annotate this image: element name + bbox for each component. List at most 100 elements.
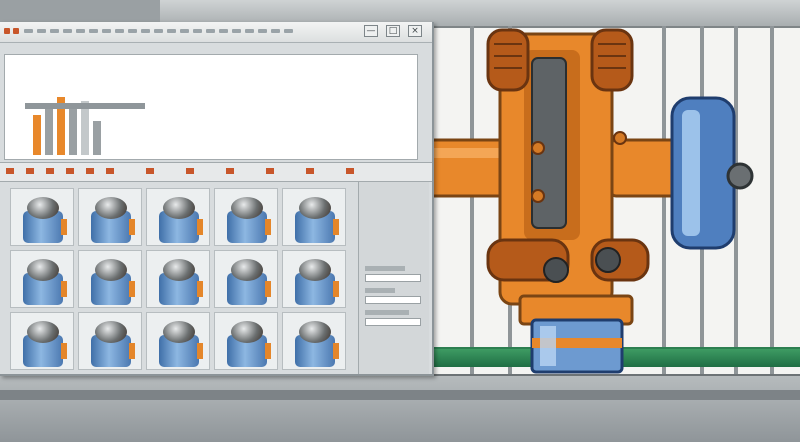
- floor-panel: [0, 374, 800, 442]
- valve-thumbnail[interactable]: [146, 188, 210, 246]
- menu-item[interactable]: [37, 29, 46, 33]
- valve-thumbnail[interactable]: [146, 312, 210, 370]
- menu-item[interactable]: [232, 29, 241, 33]
- valve-thumbnail[interactable]: [214, 188, 278, 246]
- menu-item[interactable]: [167, 29, 176, 33]
- floor-band: [0, 390, 800, 400]
- property-label: [365, 288, 395, 293]
- app-window: — □ ×: [0, 22, 434, 376]
- scene: — □ ×: [0, 0, 800, 442]
- valve-tab: [61, 219, 67, 235]
- menu-item[interactable]: [258, 29, 267, 33]
- valve-cap: [299, 321, 331, 343]
- thumbnail-grid: [4, 182, 354, 374]
- valve-tab: [333, 343, 339, 359]
- valve-thumbnail[interactable]: [10, 312, 74, 370]
- valve-thumbnail[interactable]: [78, 312, 142, 370]
- valve-cap: [95, 259, 127, 281]
- minimize-icon[interactable]: —: [364, 25, 378, 37]
- valve-cap: [299, 259, 331, 281]
- property-field[interactable]: [365, 274, 421, 282]
- menu-item[interactable]: [245, 29, 254, 33]
- preview-divider: [25, 103, 145, 109]
- preview-panel: [4, 54, 418, 160]
- valve-cap: [95, 321, 127, 343]
- tool-icon[interactable]: [106, 168, 114, 174]
- maximize-icon[interactable]: □: [386, 25, 400, 37]
- title-bar: — □ ×: [0, 22, 432, 43]
- tool-icon[interactable]: [26, 168, 34, 174]
- valve-thumbnail[interactable]: [78, 188, 142, 246]
- window-menu-icon[interactable]: [4, 28, 19, 34]
- valve-tab: [129, 219, 135, 235]
- valve-thumbnail[interactable]: [282, 312, 346, 370]
- menu-item[interactable]: [50, 29, 59, 33]
- valve-thumbnail[interactable]: [10, 188, 74, 246]
- valve-tab: [61, 281, 67, 297]
- preview-graphic: [25, 75, 145, 155]
- valve-cap: [231, 197, 263, 219]
- menu-item[interactable]: [141, 29, 150, 33]
- tool-icon[interactable]: [6, 168, 14, 174]
- valve-cap: [163, 197, 195, 219]
- valve-tab: [265, 219, 271, 235]
- property-field[interactable]: [365, 318, 421, 326]
- valve-tab: [333, 281, 339, 297]
- tool-icon[interactable]: [346, 168, 354, 174]
- tool-icon[interactable]: [46, 168, 54, 174]
- valve-thumbnail[interactable]: [214, 250, 278, 308]
- property-label: [365, 310, 409, 315]
- valve-thumbnail[interactable]: [10, 250, 74, 308]
- valve-cap: [27, 197, 59, 219]
- properties-panel: [358, 182, 429, 374]
- valve-tab: [265, 343, 271, 359]
- menu-item[interactable]: [193, 29, 202, 33]
- property-field[interactable]: [365, 296, 421, 304]
- valve-cap: [163, 259, 195, 281]
- frame-post: [770, 26, 774, 376]
- valve-cap: [231, 259, 263, 281]
- valve-thumbnail[interactable]: [146, 250, 210, 308]
- tool-icon[interactable]: [226, 168, 234, 174]
- valve-cap: [27, 259, 59, 281]
- valve-tab: [197, 281, 203, 297]
- menu-item[interactable]: [180, 29, 189, 33]
- valve-thumbnail[interactable]: [282, 188, 346, 246]
- valve-cap: [27, 321, 59, 343]
- menu-item[interactable]: [206, 29, 215, 33]
- menu-item[interactable]: [128, 29, 137, 33]
- valve-tab: [61, 343, 67, 359]
- menu-item[interactable]: [102, 29, 111, 33]
- valve-tab: [333, 219, 339, 235]
- tool-icon[interactable]: [86, 168, 94, 174]
- valve-tab: [129, 343, 135, 359]
- menu-item[interactable]: [89, 29, 98, 33]
- menu-item[interactable]: [219, 29, 228, 33]
- menu-item[interactable]: [115, 29, 124, 33]
- valve-tab: [197, 219, 203, 235]
- valve-cap: [231, 321, 263, 343]
- menu-item[interactable]: [63, 29, 72, 33]
- menu-item[interactable]: [24, 29, 33, 33]
- tool-icon[interactable]: [186, 168, 194, 174]
- property-label: [365, 266, 405, 271]
- menu-item[interactable]: [271, 29, 280, 33]
- menu-bar: [24, 29, 293, 33]
- valve-cap: [95, 197, 127, 219]
- valve-cap: [163, 321, 195, 343]
- tool-icon[interactable]: [66, 168, 74, 174]
- valve-cap: [299, 197, 331, 219]
- tool-icon[interactable]: [266, 168, 274, 174]
- close-icon[interactable]: ×: [408, 25, 422, 37]
- valve-tab: [265, 281, 271, 297]
- menu-item[interactable]: [284, 29, 293, 33]
- valve-tab: [197, 343, 203, 359]
- toolbar: [0, 162, 432, 182]
- menu-item[interactable]: [76, 29, 85, 33]
- tool-icon[interactable]: [146, 168, 154, 174]
- valve-thumbnail[interactable]: [78, 250, 142, 308]
- valve-thumbnail[interactable]: [282, 250, 346, 308]
- menu-item[interactable]: [154, 29, 163, 33]
- valve-thumbnail[interactable]: [214, 312, 278, 370]
- tool-icon[interactable]: [306, 168, 314, 174]
